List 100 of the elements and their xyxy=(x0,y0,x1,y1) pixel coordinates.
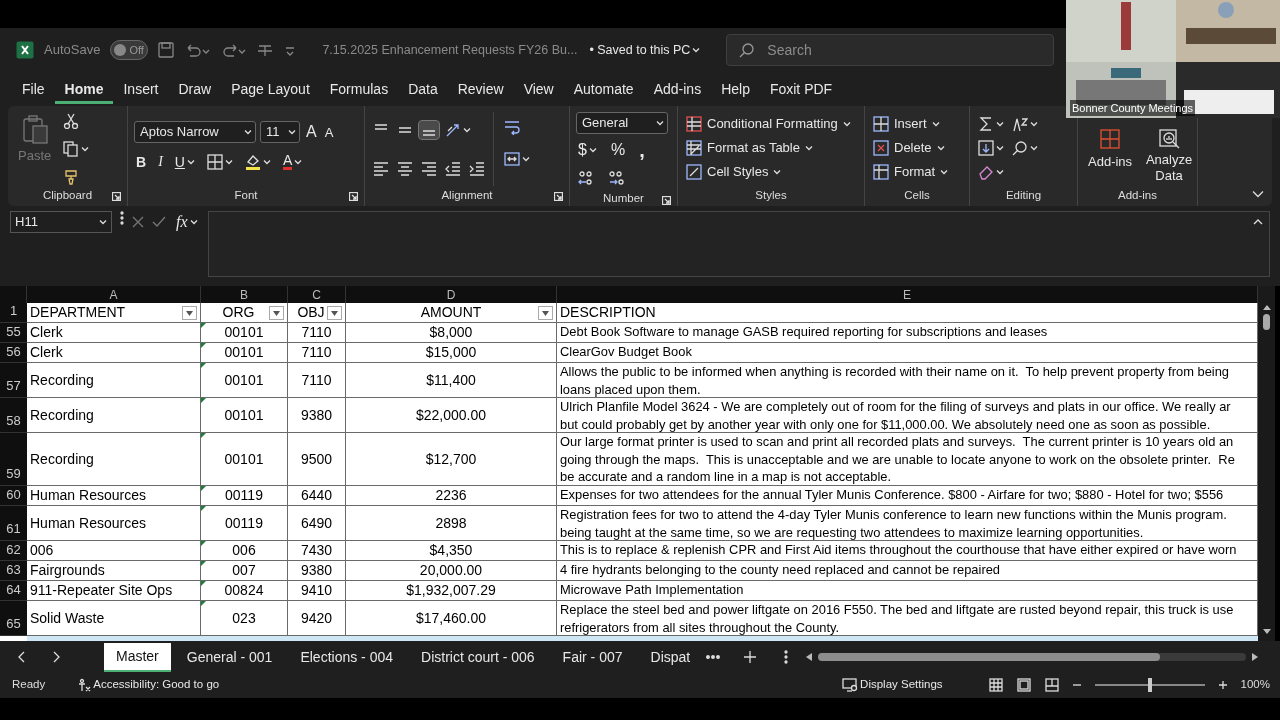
scroll-right-icon[interactable] xyxy=(1252,653,1258,661)
borders-button[interactable] xyxy=(204,153,235,171)
caret-icon[interactable] xyxy=(542,310,549,316)
sheet-tab[interactable]: Fair - 007 xyxy=(550,643,635,671)
menu-tab[interactable]: Insert xyxy=(113,74,169,104)
sort-filter-icon[interactable] xyxy=(1012,116,1028,132)
row-header[interactable]: 57 xyxy=(0,363,27,398)
insert-button[interactable]: Insert xyxy=(871,112,951,136)
bold-button[interactable]: B xyxy=(134,154,149,170)
format-as-table-icon[interactable] xyxy=(686,140,702,156)
menu-tab[interactable]: Page Layout xyxy=(221,74,320,104)
sheet-tab[interactable]: Elections - 004 xyxy=(288,643,405,671)
strikethrough-icon[interactable] xyxy=(256,42,275,58)
caret-icon[interactable] xyxy=(588,147,597,153)
row-header[interactable]: 1 xyxy=(0,303,27,323)
scroll-down-icon[interactable] xyxy=(1262,629,1271,635)
sort-filter-button[interactable] xyxy=(1010,115,1040,133)
save-icon[interactable] xyxy=(158,42,175,58)
conditional-formatting-button[interactable]: Conditional Formatting xyxy=(684,112,853,136)
italic-button[interactable]: I xyxy=(156,154,165,170)
insert-function-button[interactable]: fx xyxy=(174,213,200,231)
eraser-icon[interactable] xyxy=(978,164,994,180)
slider-thumb[interactable] xyxy=(1147,678,1152,692)
fill-color-icon[interactable] xyxy=(244,154,261,170)
font-size-dropdown[interactable]: 11 xyxy=(260,121,300,143)
row-header[interactable]: 65 xyxy=(0,601,27,636)
scrollbar-thumb[interactable] xyxy=(1263,314,1270,330)
dialog-launcher-icon[interactable] xyxy=(554,192,563,201)
filter-button[interactable] xyxy=(327,306,342,320)
next-sheet-icon[interactable] xyxy=(52,651,60,663)
search-icon[interactable] xyxy=(739,42,756,58)
caret-icon[interactable] xyxy=(692,47,701,53)
previous-sheet-icon[interactable] xyxy=(18,651,26,663)
fill-button[interactable] xyxy=(976,139,1006,157)
caret-icon[interactable] xyxy=(186,310,193,316)
format-button[interactable]: Format xyxy=(871,160,951,184)
search-icon[interactable] xyxy=(1012,140,1028,156)
collapse-ribbon-icon[interactable] xyxy=(1252,190,1264,198)
add-sheet-icon[interactable] xyxy=(744,651,757,663)
caret-icon[interactable] xyxy=(288,129,296,135)
fill-icon[interactable] xyxy=(978,140,994,156)
analyze-data-button[interactable]: Analyze Data xyxy=(1136,126,1203,186)
column-header[interactable]: D xyxy=(346,286,557,303)
dialog-launcher-icon[interactable] xyxy=(112,192,121,201)
sheet-tab[interactable]: Master xyxy=(104,642,171,672)
delete-button[interactable]: Delete xyxy=(871,136,951,160)
caret-icon[interactable] xyxy=(224,159,233,165)
monitor-icon[interactable] xyxy=(842,678,859,692)
caret-icon[interactable] xyxy=(273,310,280,316)
sheet-tab[interactable]: General - 001 xyxy=(174,643,285,671)
menu-tab[interactable]: Foxit PDF xyxy=(759,74,843,104)
dialog-launcher-icon[interactable] xyxy=(662,196,671,205)
accessibility-button[interactable]: Accessibility: Good to go xyxy=(75,677,222,693)
scrollbar-thumb[interactable] xyxy=(818,653,1161,661)
more-options-icon[interactable] xyxy=(120,211,124,225)
more-sheets-icon[interactable] xyxy=(706,655,721,659)
caret-icon[interactable] xyxy=(931,121,940,127)
menu-tab[interactable]: View xyxy=(513,74,564,104)
formula-field[interactable] xyxy=(207,211,1270,277)
caret-icon[interactable] xyxy=(81,146,90,152)
caret-icon[interactable] xyxy=(804,145,813,151)
scroll-up-icon[interactable] xyxy=(1262,304,1271,310)
row-header[interactable]: 63 xyxy=(0,561,27,581)
row-header[interactable]: 59 xyxy=(0,433,27,486)
expand-icon[interactable] xyxy=(1253,218,1263,225)
caret-icon[interactable] xyxy=(331,310,338,316)
caret-icon[interactable] xyxy=(262,159,271,165)
caret-icon[interactable] xyxy=(773,169,782,175)
search-input[interactable]: Search xyxy=(765,38,1042,62)
grid-icon[interactable] xyxy=(1099,128,1122,150)
caret-icon[interactable] xyxy=(1030,121,1038,127)
caret-icon[interactable] xyxy=(1030,145,1038,151)
number-format-dropdown[interactable]: General xyxy=(576,112,668,134)
font-name-dropdown[interactable]: Aptos Narrow xyxy=(134,121,256,143)
enter-icon[interactable] xyxy=(152,216,166,228)
caret-icon[interactable] xyxy=(463,127,471,133)
menu-tab[interactable]: Review xyxy=(447,74,514,104)
accessibility-icon[interactable] xyxy=(77,678,92,692)
normal-view-icon[interactable] xyxy=(988,678,1003,692)
row-header[interactable]: 60 xyxy=(0,486,27,506)
caret-icon[interactable] xyxy=(936,145,945,151)
conditional-formatting-icon[interactable] xyxy=(686,116,702,132)
caret-icon[interactable] xyxy=(996,169,1004,175)
borders-icon[interactable] xyxy=(206,154,223,170)
column-header[interactable]: A xyxy=(27,286,201,303)
copy-icon[interactable] xyxy=(63,141,80,157)
menu-tab[interactable]: Home xyxy=(54,74,114,104)
caret-icon[interactable] xyxy=(99,219,107,225)
row-header[interactable]: 56 xyxy=(0,343,27,363)
underline-button[interactable]: U xyxy=(172,154,197,170)
row-header[interactable]: 64 xyxy=(0,581,27,601)
caret-icon[interactable] xyxy=(186,159,195,165)
menu-tab[interactable]: File xyxy=(12,74,55,104)
search-button[interactable] xyxy=(1010,139,1040,157)
menu-tab[interactable]: Help xyxy=(711,74,760,104)
column-header[interactable]: C xyxy=(288,286,346,303)
cut-icon[interactable] xyxy=(63,113,80,129)
caret-icon[interactable] xyxy=(996,145,1004,151)
name-box[interactable]: H11 xyxy=(10,211,112,233)
grow-font-button[interactable]: A xyxy=(304,123,319,141)
